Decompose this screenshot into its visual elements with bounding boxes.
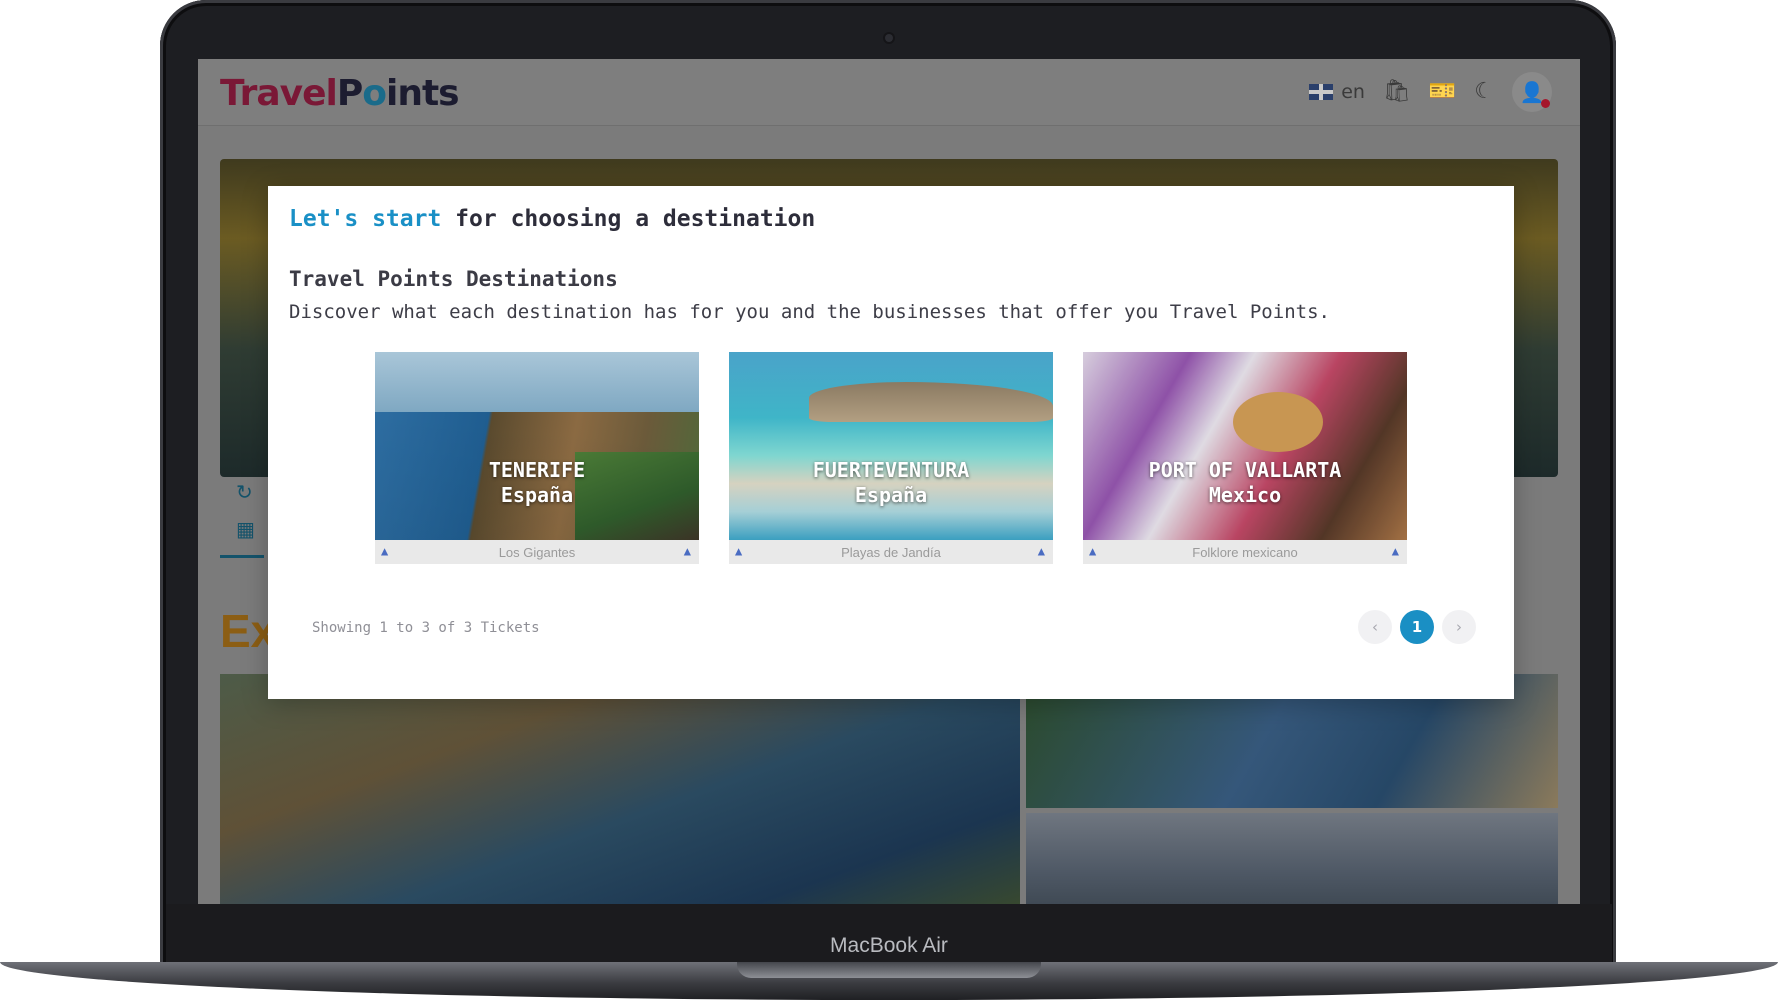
destination-modal: Let's start for choosing a destination T… — [268, 186, 1514, 699]
modal-title-accent: Let's start — [289, 206, 442, 232]
image-caption: Los Gigantes — [375, 540, 699, 564]
image-icon: ▲ — [1037, 544, 1045, 558]
destination-image — [729, 352, 1053, 540]
moon-icon[interactable]: ☾ — [1474, 81, 1494, 103]
destination-name: TENERIFE — [488, 458, 586, 482]
tickets-icon[interactable]: 🎫 — [1429, 81, 1456, 103]
device-model-label: MacBook Air — [830, 934, 948, 957]
prev-page-button[interactable]: ‹ — [1358, 610, 1392, 644]
gallery-photo-bottom-right — [1026, 813, 1558, 904]
flag-uk-icon — [1309, 84, 1334, 100]
logo-part-1: Travel — [220, 72, 338, 114]
image-caption: Folklore mexicano — [1083, 540, 1407, 564]
next-page-button[interactable]: › — [1442, 610, 1476, 644]
image-icon: ▲ — [1089, 544, 1097, 558]
camera-icon — [885, 34, 893, 42]
language-label: en — [1341, 81, 1365, 103]
destination-image — [1083, 352, 1407, 540]
destination-image — [375, 352, 699, 540]
destination-card-tenerife[interactable]: TENERIFE España Los Gigantes ▲ ▲ — [375, 352, 699, 564]
header-tools: en 🛍 🎫 ☾ 👤 — [1309, 72, 1552, 112]
shopping-bag-icon[interactable]: 🛍 — [1383, 81, 1411, 103]
destination-cards: TENERIFE España Los Gigantes ▲ ▲ FUERTEV… — [375, 352, 1407, 564]
tab-indicator — [220, 555, 264, 558]
language-selector[interactable]: en — [1309, 81, 1365, 103]
gallery-photo-main — [220, 674, 1020, 904]
modal-title-rest: for choosing a destination — [441, 206, 816, 232]
notification-badge — [1541, 99, 1550, 108]
pagination: ‹ 1 › — [1358, 610, 1476, 644]
modal-title: Let's start for choosing a destination — [289, 206, 815, 232]
destination-card-port-of-vallarta[interactable]: PORT OF VALLARTA Mexico Folklore mexican… — [1083, 352, 1407, 564]
logo[interactable]: Travel P o ints — [220, 71, 460, 115]
destination-country: España — [854, 483, 928, 507]
refresh-icon[interactable]: ↻ — [236, 480, 253, 504]
destination-country: España — [500, 483, 574, 507]
destination-name: PORT OF VALLARTA — [1148, 458, 1342, 482]
logo-part-4: ints — [386, 72, 460, 114]
destination-name: FUERTEVENTURA — [812, 458, 970, 482]
pagination-summary: Showing 1 to 3 of 3 Tickets — [312, 620, 540, 636]
image-icon: ▲ — [381, 544, 389, 558]
section-description: Discover what each destination has for y… — [289, 301, 1330, 323]
section-title: Travel Points Destinations — [289, 267, 618, 291]
grid-icon[interactable]: ▦ — [236, 517, 255, 541]
screen: Travel P o ints en 🛍 🎫 ☾ 👤 ↻ ▦ Ex Let's … — [198, 59, 1580, 904]
laptop-notch — [737, 962, 1041, 978]
destination-label: TENERIFE España — [375, 458, 699, 508]
image-icon: ▲ — [683, 544, 691, 558]
destination-card-fuerteventura[interactable]: FUERTEVENTURA España Playas de Jandía ▲ … — [729, 352, 1053, 564]
app-header: Travel P o ints en 🛍 🎫 ☾ 👤 — [198, 59, 1580, 126]
page-1-button[interactable]: 1 — [1400, 610, 1434, 644]
user-avatar[interactable]: 👤 — [1512, 72, 1552, 112]
image-icon: ▲ — [1391, 544, 1399, 558]
image-caption: Playas de Jandía — [729, 540, 1053, 564]
destination-label: FUERTEVENTURA España — [729, 458, 1053, 508]
logo-part-2: P — [336, 72, 363, 114]
logo-part-3: o — [362, 72, 387, 114]
image-icon: ▲ — [735, 544, 743, 558]
destination-label: PORT OF VALLARTA Mexico — [1083, 458, 1407, 508]
destination-country: Mexico — [1208, 483, 1282, 507]
